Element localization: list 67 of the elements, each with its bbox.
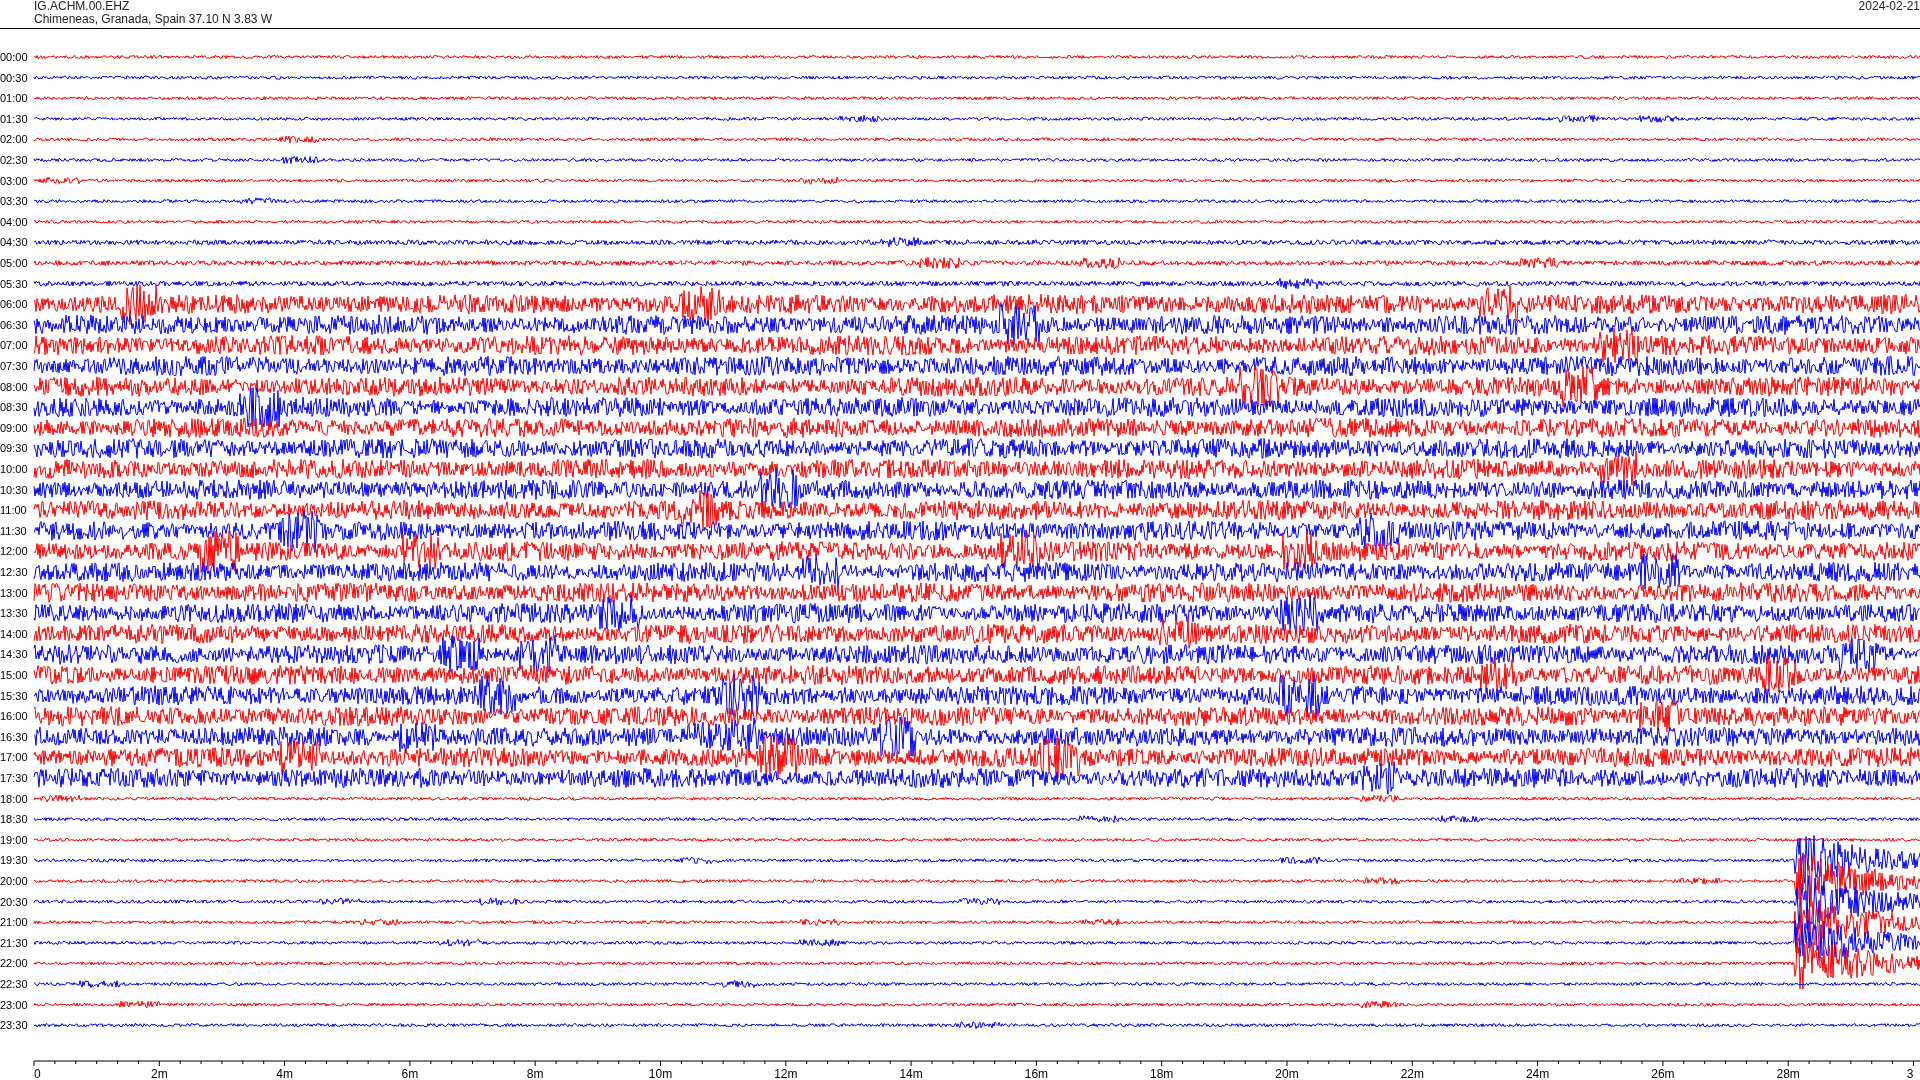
time-label: 15:00 <box>0 669 28 681</box>
time-label: 01:00 <box>0 92 28 105</box>
axis-label: 6m <box>401 1067 419 1079</box>
time-label: 20:30 <box>0 895 28 908</box>
time-label: 12:30 <box>0 566 28 578</box>
time-label: 11:30 <box>0 524 27 537</box>
time-label: 22:30 <box>0 978 28 990</box>
time-label: 19:00 <box>0 833 28 846</box>
time-label: 02:00 <box>0 133 28 146</box>
time-label: 18:30 <box>0 813 28 826</box>
axis-label: 8m <box>526 1067 544 1079</box>
time-label: 12:00 <box>0 545 28 558</box>
axis-label: 12m <box>774 1067 798 1079</box>
axis-label: 20m <box>1275 1067 1299 1079</box>
time-label: 11:00 <box>0 504 27 517</box>
time-label: 04:00 <box>0 215 28 228</box>
time-label: 08:00 <box>0 380 28 393</box>
time-label: 14:30 <box>0 648 28 661</box>
time-label: 23:00 <box>0 998 28 1011</box>
time-label: 13:30 <box>0 607 28 620</box>
time-label: 03:30 <box>0 195 28 208</box>
time-label: 16:00 <box>0 710 28 723</box>
time-label: 07:30 <box>0 360 28 372</box>
time-label: 03:00 <box>0 174 28 187</box>
time-label: 17:00 <box>0 751 28 764</box>
axis-label: 24m <box>1525 1067 1550 1079</box>
time-label: 00:30 <box>0 71 28 84</box>
time-label: 09:00 <box>0 421 28 434</box>
time-label: 04:30 <box>0 236 28 249</box>
time-label: 21:00 <box>0 916 28 929</box>
axis-label: 0 <box>34 1067 41 1079</box>
time-label: 05:30 <box>0 277 28 290</box>
time-label: 23:30 <box>0 1019 28 1032</box>
axis-label: 4m <box>276 1067 293 1079</box>
axis-label: 3 <box>1906 1067 1914 1079</box>
time-label: 14:00 <box>0 627 28 640</box>
station-location: Chimeneas, Granada, Spain 37.10 N 3.83 W <box>34 13 273 26</box>
axis-label: 28m <box>1776 1067 1800 1079</box>
axis-label: 14m <box>899 1067 923 1079</box>
time-label: 00:00 <box>0 51 28 63</box>
time-label: 10:00 <box>0 463 28 475</box>
axis-label: 18m <box>1150 1067 1174 1079</box>
station-code: IG.ACHM.00.EHZ <box>34 0 131 13</box>
axis-label: 26m <box>1651 1067 1675 1079</box>
time-label: 02:30 <box>0 154 28 166</box>
time-label: 06:00 <box>0 298 28 311</box>
time-label: 17:30 <box>0 772 28 784</box>
time-label: 06:30 <box>0 318 28 331</box>
time-label: 18:00 <box>0 792 28 805</box>
time-label: 05:00 <box>0 257 28 269</box>
time-label: 10:30 <box>0 483 28 496</box>
time-label: 07:00 <box>0 339 28 352</box>
time-label: 20:00 <box>0 875 28 887</box>
axis-label: 2m <box>150 1067 168 1079</box>
time-label: 22:00 <box>0 957 28 970</box>
time-label: 08:30 <box>0 401 28 414</box>
time-label: 19:30 <box>0 854 28 867</box>
axis-label: 10m <box>648 1067 673 1079</box>
axis-label: 22m <box>1400 1067 1424 1079</box>
time-label: 09:30 <box>0 442 28 455</box>
date-label: 2024-02-21 <box>1858 0 1920 15</box>
time-label: 01:30 <box>0 112 28 125</box>
time-label: 15:30 <box>0 689 28 702</box>
time-label: 16:30 <box>0 730 28 743</box>
axis-label: 16m <box>1024 1067 1049 1079</box>
time-label: 21:30 <box>0 936 28 949</box>
time-label: 13:00 <box>0 586 28 599</box>
